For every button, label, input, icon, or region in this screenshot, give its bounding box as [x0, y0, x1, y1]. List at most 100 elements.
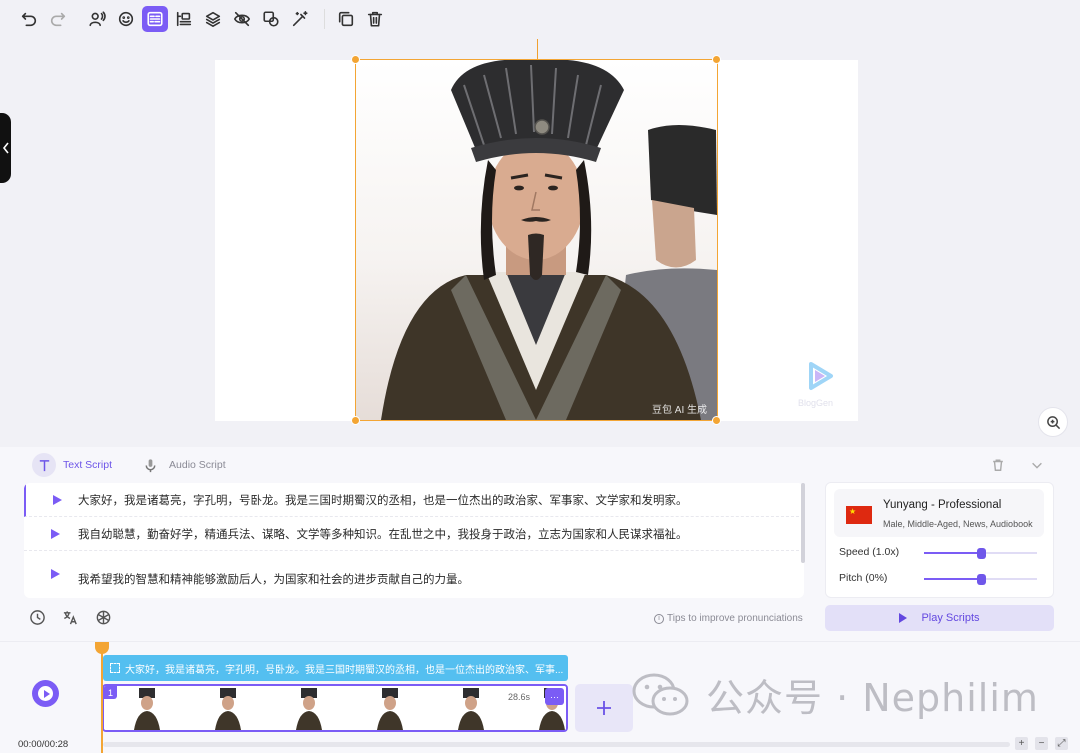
- clip-thumbnail: [185, 686, 266, 730]
- script-tabs: Text Script Audio Script: [32, 453, 252, 477]
- hide-eye-icon: [233, 11, 251, 27]
- pitch-slider[interactable]: [924, 574, 1037, 585]
- zoom-in-icon: [1046, 415, 1060, 429]
- script-line[interactable]: 大家好，我是诸葛亮，字孔明，号卧龙。我是三国时期蜀汉的丞相，也是一位杰出的政治家…: [24, 483, 804, 517]
- play-icon: [899, 613, 908, 623]
- play-scripts-button[interactable]: Play Scripts: [825, 605, 1054, 631]
- delete-icon: [367, 11, 383, 27]
- resize-handle-top-left[interactable]: [351, 55, 360, 64]
- magic-wand-icon: [292, 10, 308, 27]
- speed-slider-row: Speed (1.0x): [839, 546, 1045, 560]
- duplicate-icon: [338, 11, 354, 27]
- tab-text-script[interactable]: Text Script: [32, 453, 112, 477]
- sticker-button[interactable]: [113, 6, 139, 32]
- script-line[interactable]: 我自幼聪慧，勤奋好学，精通兵法、谋略、文学等多种知识。在乱世之中，我投身于政治，…: [24, 517, 804, 551]
- play-line-icon[interactable]: [51, 569, 60, 579]
- clock-icon: [30, 610, 45, 625]
- pitch-label: Pitch (0%): [839, 572, 888, 584]
- tab-audio-script[interactable]: Audio Script: [138, 453, 226, 477]
- align-icon: [176, 11, 192, 27]
- resize-handle-bottom-left[interactable]: [351, 416, 360, 425]
- collapse-panel-button[interactable]: [1030, 458, 1044, 477]
- playhead[interactable]: [101, 642, 103, 753]
- alignment-guide: [537, 39, 538, 59]
- script-editor[interactable]: 大家好，我是诸葛亮，字孔明，号卧龙。我是三国时期蜀汉的丞相，也是一位杰出的政治家…: [24, 483, 804, 598]
- toolbar-divider: [324, 9, 325, 29]
- openai-icon: [96, 610, 111, 625]
- speed-slider[interactable]: [924, 548, 1037, 559]
- timeline-scrollbar[interactable]: [103, 742, 1010, 747]
- play-line-icon[interactable]: [51, 529, 60, 539]
- undo-button[interactable]: [16, 6, 42, 32]
- brand-logo-icon: [805, 360, 837, 397]
- brand-watermark-text: 公众号 · Nephilim: [706, 676, 1039, 720]
- script-line[interactable]: 我希望我的智慧和精神能够激励后人，为国家和社会的进步贡献自己的力量。: [24, 551, 804, 586]
- info-icon: i: [654, 613, 664, 624]
- add-clip-button[interactable]: [575, 684, 633, 732]
- clip-thumbnail: [428, 686, 509, 730]
- clip-thumbnail: [266, 686, 347, 730]
- magic-button[interactable]: [287, 6, 313, 32]
- subtitle-button[interactable]: [142, 6, 168, 32]
- chevron-left-icon: [2, 142, 9, 154]
- time-readout: 00:00/00:28: [18, 739, 69, 750]
- delete-button[interactable]: [362, 6, 388, 32]
- avatar-button[interactable]: [84, 6, 110, 32]
- pronunciation-tips-link[interactable]: i Tips to improve pronunciations: [654, 613, 803, 624]
- playhead-handle[interactable]: [95, 642, 109, 654]
- layers-button[interactable]: [200, 6, 226, 32]
- wechat-brand-watermark: 公众号 · Nephilim: [632, 667, 1039, 722]
- voice-selector[interactable]: ★ Yunyang - Professional Male, Middle-Ag…: [834, 489, 1044, 537]
- script-tools: [29, 609, 128, 627]
- speed-label: Speed (1.0x): [839, 546, 900, 558]
- script-scrollbar[interactable]: [801, 483, 805, 563]
- hide-button[interactable]: [229, 6, 255, 32]
- clip-duration: 28.6s: [504, 691, 535, 703]
- timeline-play-button[interactable]: [32, 680, 59, 707]
- translate-icon: [63, 611, 77, 625]
- duplicate-button[interactable]: [333, 6, 359, 32]
- speed-slider-knob[interactable]: [977, 548, 986, 559]
- redo-button[interactable]: [45, 6, 71, 32]
- timeline-zoom-controls: + − ⤢: [1008, 737, 1068, 750]
- selection-box[interactable]: [355, 59, 718, 421]
- pitch-slider-knob[interactable]: [977, 574, 986, 585]
- brand-logo-text: BlogGen: [798, 398, 834, 408]
- sticker-emoji-icon: [118, 11, 134, 27]
- voice-settings-card: ★ Yunyang - Professional Male, Middle-Ag…: [825, 482, 1054, 598]
- timeline-fit-button[interactable]: ⤢: [1055, 737, 1068, 750]
- resize-handle-bottom-right[interactable]: [712, 416, 721, 425]
- ai-assist-button[interactable]: [95, 609, 113, 627]
- china-flag-icon: ★: [846, 506, 872, 524]
- text-icon: [39, 459, 49, 471]
- zoom-button[interactable]: [1038, 407, 1068, 437]
- clip-number-badge: 1: [104, 686, 117, 699]
- voice-name: Yunyang - Professional: [883, 499, 1002, 511]
- wechat-logo-icon: [632, 673, 689, 715]
- script-panel: Text Script Audio Script 大家好，我是诸葛亮，字孔明，号…: [0, 447, 1080, 641]
- clear-script-button[interactable]: [991, 458, 1005, 477]
- timeline-zoom-out-button[interactable]: −: [1035, 737, 1048, 750]
- clip-thumbnail: [347, 686, 428, 730]
- history-button[interactable]: [29, 609, 47, 627]
- subtitle-icon: [147, 11, 163, 27]
- ai-generated-watermark: 豆包 AI 生成: [652, 405, 708, 416]
- sidebar-toggle-handle[interactable]: [0, 113, 11, 183]
- voice-description: Male, Middle-Aged, News, Audiobook: [883, 519, 1033, 529]
- translate-button[interactable]: [62, 609, 80, 627]
- clip-more-button[interactable]: ···: [545, 688, 564, 705]
- play-line-icon[interactable]: [53, 495, 62, 505]
- plus-icon: [597, 701, 611, 715]
- resize-handle-top-right[interactable]: [712, 55, 721, 64]
- align-button[interactable]: [171, 6, 197, 32]
- caption-track[interactable]: 大家好，我是诸葛亮，字孔明，号卧龙。我是三国时期蜀汉的丞相，也是一位杰出的政治家…: [103, 655, 568, 681]
- play-icon: [43, 689, 50, 698]
- layers-icon: [205, 11, 221, 28]
- avatar-person-icon: [89, 11, 106, 27]
- microphone-icon: [145, 458, 155, 472]
- trash-icon: [993, 459, 1003, 471]
- video-clip[interactable]: 1 28.6s ···: [102, 684, 568, 732]
- shapes-button[interactable]: [258, 6, 284, 32]
- chevron-down-icon: [1032, 462, 1042, 469]
- timeline-zoom-in-button[interactable]: +: [1015, 737, 1028, 750]
